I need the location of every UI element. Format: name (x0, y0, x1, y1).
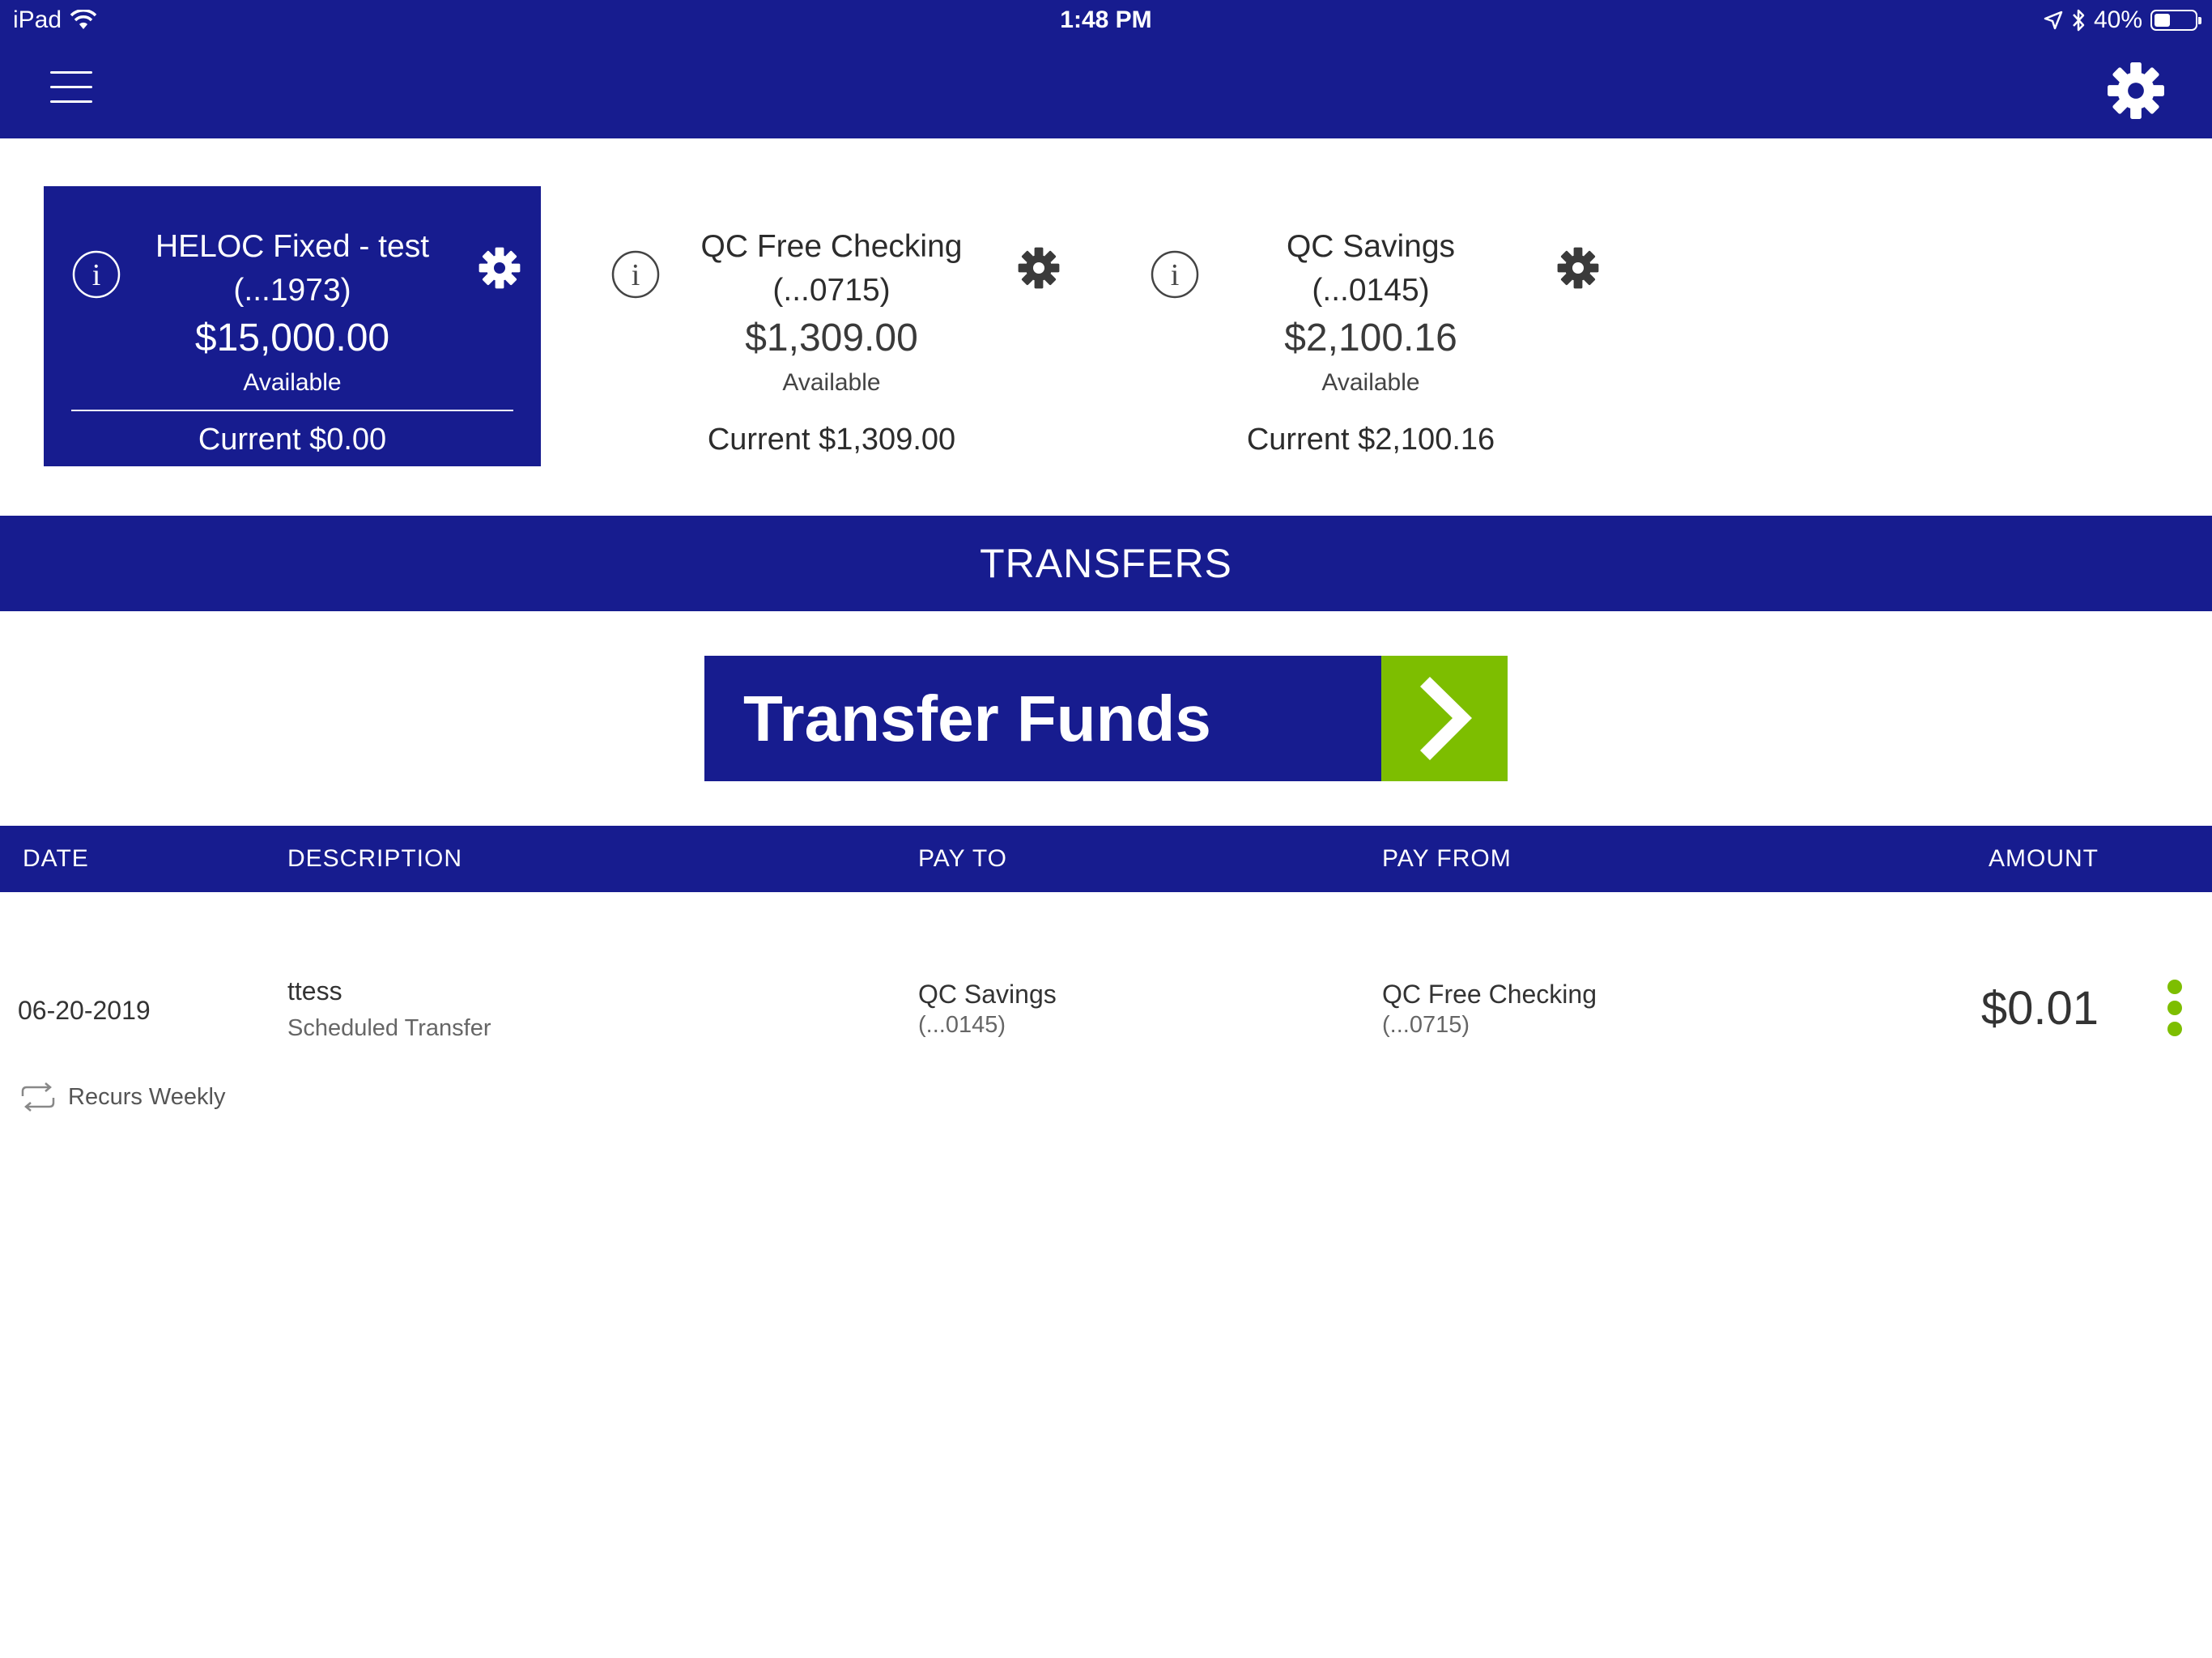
account-gear-icon[interactable] (1017, 246, 1061, 290)
account-balance: $2,100.16 (1284, 317, 1457, 359)
table-row[interactable]: 06-20-2019 ttess Scheduled Transfer QC S… (0, 892, 2212, 1151)
column-header-pay-to: PAY TO (918, 845, 1007, 872)
more-options-icon[interactable] (2160, 980, 2189, 1044)
repeat-icon (21, 1082, 55, 1112)
status-time: 1:48 PM (1060, 6, 1152, 33)
battery-icon (2150, 10, 2201, 31)
recurrence-info: Recurs Weekly (18, 1082, 225, 1112)
dot (2167, 1001, 2182, 1015)
battery-percentage: 40% (2093, 6, 2142, 33)
account-number: (...0715) (772, 273, 891, 308)
menu-line (50, 86, 92, 88)
account-balance: $1,309.00 (745, 317, 918, 359)
dot (2167, 1022, 2182, 1036)
account-card-heloc[interactable]: i HELOC Fixed - test (...1973) $15,000.0… (44, 186, 541, 466)
location-arrow-icon (2044, 11, 2063, 30)
chevron-right-icon (1420, 677, 1472, 760)
transfers-section-title: TRANSFERS (0, 516, 2212, 611)
recurrence-label: Recurs Weekly (68, 1083, 226, 1110)
account-name: QC Free Checking (...0715) (672, 225, 991, 312)
dot (2167, 980, 2182, 994)
current-balance: Current $2,100.16 (1246, 423, 1495, 457)
menu-line (50, 100, 92, 103)
status-bar-right: 40% (2044, 6, 2201, 34)
account-name-text: QC Free Checking (700, 229, 963, 264)
available-label: Available (782, 369, 881, 396)
row-date: 06-20-2019 (18, 996, 151, 1025)
bluetooth-icon (2073, 9, 2085, 32)
column-header-amount: AMOUNT (1989, 845, 2099, 872)
column-header-date: DATE (23, 845, 89, 872)
transfer-funds-label: Transfer Funds (743, 682, 1211, 755)
menu-line (50, 71, 92, 74)
row-amount: $0.01 (1980, 982, 2099, 1035)
available-label: Available (1321, 369, 1420, 396)
info-icon[interactable]: i (610, 249, 661, 300)
available-label: Available (243, 369, 342, 396)
account-card-checking[interactable]: i QC Free Checking (...0715) $1,309.00 A… (583, 186, 1080, 466)
svg-text:i: i (632, 258, 640, 292)
account-number: (...0145) (1312, 273, 1430, 308)
row-description-sub: Scheduled Transfer (287, 1015, 491, 1041)
account-name: HELOC Fixed - test (...1973) (133, 225, 452, 312)
account-name: QC Savings (...0145) (1211, 225, 1530, 312)
transfer-arrow-box (1381, 656, 1508, 781)
column-header-description: DESCRIPTION (287, 845, 463, 872)
svg-text:i: i (92, 258, 101, 292)
current-balance: Current $1,309.00 (707, 423, 956, 457)
row-pay-to-sub: (...0145) (918, 1012, 1006, 1038)
gear-icon[interactable] (2105, 60, 2167, 121)
row-description: ttess (287, 976, 342, 1005)
card-divider (71, 410, 513, 411)
hamburger-menu-icon[interactable] (50, 71, 92, 104)
account-gear-icon[interactable] (1556, 246, 1600, 290)
transfers-table-header: DATE DESCRIPTION PAY TO PAY FROM AMOUNT (0, 826, 2212, 892)
battery-fill (2155, 14, 2170, 27)
account-name-text: QC Savings (1286, 229, 1456, 264)
account-card-savings[interactable]: i QC Savings (...0145) $2,100.16 Availab… (1122, 186, 1619, 466)
transfer-funds-button[interactable]: Transfer Funds (704, 656, 1508, 781)
svg-text:i: i (1171, 258, 1180, 292)
info-icon[interactable]: i (71, 249, 121, 300)
current-balance: Current $0.00 (198, 423, 387, 457)
row-pay-from-sub: (...0715) (1382, 1012, 1470, 1038)
info-icon[interactable]: i (1150, 249, 1200, 300)
account-number: (...1973) (233, 273, 351, 308)
row-pay-from: QC Free Checking (1382, 980, 1597, 1009)
account-balance: $15,000.00 (194, 317, 390, 359)
row-pay-to: QC Savings (918, 980, 1057, 1009)
account-gear-icon[interactable] (478, 246, 521, 290)
column-header-pay-from: PAY FROM (1382, 845, 1512, 872)
account-name-text: HELOC Fixed - test (155, 229, 430, 264)
